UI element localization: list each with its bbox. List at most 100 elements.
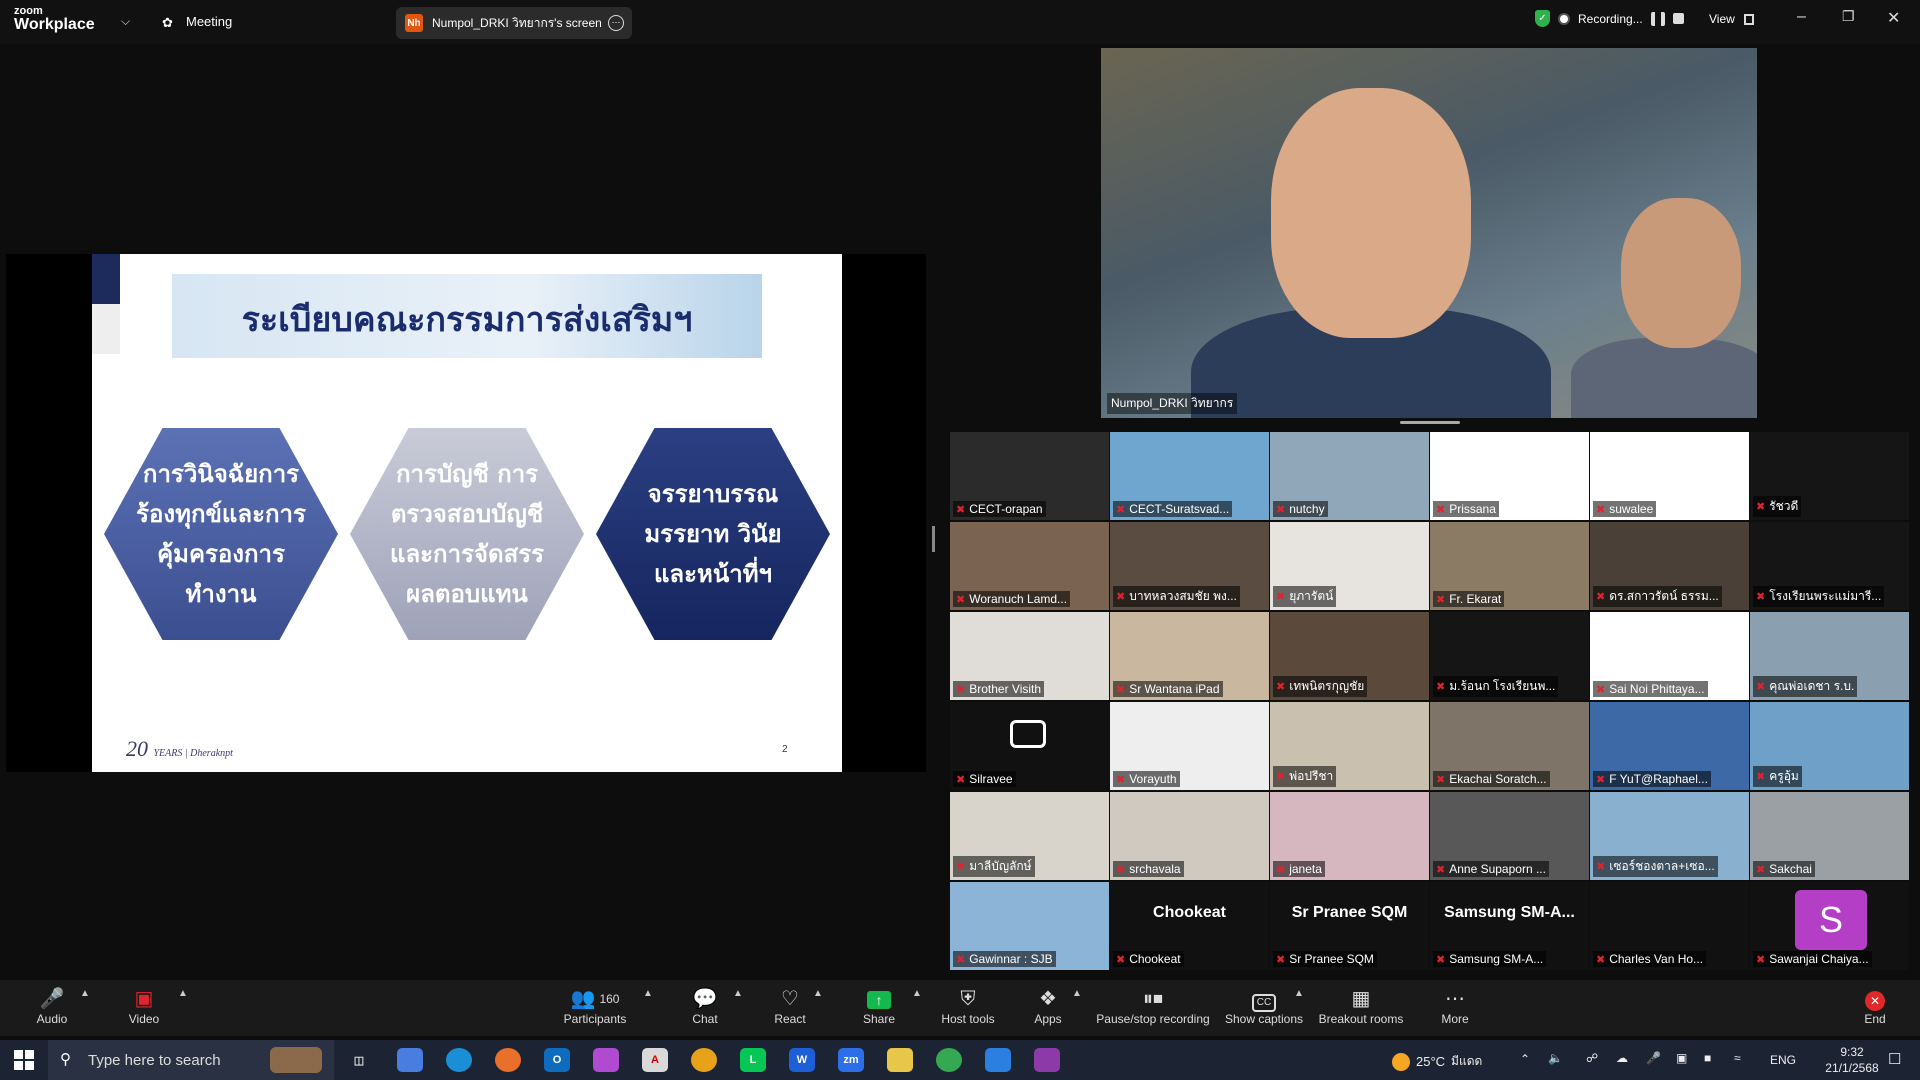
participant-tile[interactable]: ✖ janeta [1270,792,1429,880]
participant-tile[interactable]: ✖ บาทหลวงสมชัย พง... [1110,522,1269,610]
more-options-icon[interactable]: ⋯ [608,15,624,31]
chrome-2-icon[interactable] [936,1048,962,1072]
participant-tile[interactable]: ✖ เทพนิตรกุญชัย [1270,612,1429,700]
react-caret[interactable]: ▲ [813,988,823,999]
notifications-icon[interactable]: ☐ [1888,1050,1901,1068]
language-indicator[interactable]: ENG [1770,1053,1796,1067]
webex-icon[interactable]: W [789,1048,815,1072]
task-view-icon[interactable]: ◫ [346,1048,372,1072]
zoom-taskbar-icon[interactable]: zm [838,1048,864,1072]
participant-tile[interactable]: Sr Pranee SQM ✖ Sr Pranee SQM [1270,882,1429,970]
participant-tile[interactable]: ✖ suwalee [1590,432,1749,520]
line-icon[interactable]: L [740,1048,766,1072]
more-button[interactable]: ⋯ More [1440,986,1470,1026]
end-meeting-button[interactable]: ✕ End [1860,986,1890,1026]
app-icon[interactable] [1034,1048,1060,1072]
participant-tile[interactable]: ✖ CECT-Suratsvad... [1110,432,1269,520]
office-icon[interactable] [593,1048,619,1072]
video-button[interactable]: ▣ Video [126,986,162,1026]
chrome-icon[interactable] [691,1048,717,1072]
participant-tile[interactable]: ✖ Gawinnar : SJB [950,882,1109,970]
stop-recording-icon[interactable] [1672,13,1684,24]
firefox-icon[interactable] [495,1048,521,1072]
share-caret[interactable]: ▲ [912,988,922,999]
participant-tile[interactable]: ✖ มาลีบัญลักษ์ [950,792,1109,880]
weather-widget[interactable]: 25°C มีแดด [1392,1052,1482,1071]
screen-share-pill[interactable]: Nh Numpol_DRKI วิทยากร's screen ⋯ [396,7,632,39]
apps-button[interactable]: ❖ Apps [1033,986,1063,1026]
pause-recording-icon[interactable] [1650,11,1665,26]
participants-button[interactable]: 👥 160 Participants [560,986,630,1026]
participant-tile[interactable]: ✖ Silravee [950,702,1109,790]
restore-icon[interactable]: ❐ [1842,8,1855,25]
participant-tile[interactable]: ✖ nutchy [1270,432,1429,520]
chat-button[interactable]: 💬 Chat [690,986,720,1026]
panel-resize-handle[interactable] [932,526,935,552]
outlook-icon[interactable]: O [544,1048,570,1072]
wifi-icon[interactable]: ≈ [1734,1051,1741,1065]
participant-tile[interactable]: ✖ srchavala [1110,792,1269,880]
clock[interactable]: 9:32 21/1/2568 [1822,1044,1882,1076]
monitor-icon[interactable]: ■ [1704,1051,1711,1065]
participant-tile[interactable]: ✖ เซอร์ชองตาล+เซอ... [1590,792,1749,880]
cloud-icon[interactable]: ☁ [1616,1051,1628,1065]
participant-tile[interactable]: ✖ คุณพ่อเดชา ร.บ. [1750,612,1909,700]
participant-tile[interactable]: S ✖ Sawanjai Chaiya... [1750,882,1909,970]
network-icon[interactable]: ☍ [1586,1051,1598,1065]
participant-tile[interactable]: ✖ พ่อปรีชา [1270,702,1429,790]
video-options-caret[interactable]: ▲ [178,988,188,999]
display-icon[interactable]: ▣ [1676,1051,1687,1065]
participant-tile[interactable]: Samsung SM-A... ✖ Samsung SM-A... [1430,882,1589,970]
participant-tile[interactable]: ✖ ครูอุ้ม [1750,702,1909,790]
participant-tile[interactable]: ✖ Ekachai Soratch... [1430,702,1589,790]
audio-button[interactable]: 🎤 Audio [34,986,70,1026]
acrobat-icon[interactable]: A [642,1048,668,1072]
show-hidden-icons[interactable]: ⌃ [1520,1052,1530,1066]
participant-tile[interactable]: ✖ F YuT@Raphael... [1590,702,1749,790]
host-tools-button[interactable]: ⛨ Host tools [938,986,998,1026]
copilot-icon[interactable] [397,1048,423,1072]
share-button[interactable]: ↑ Share [862,986,896,1026]
captions-caret[interactable]: ▲ [1294,988,1304,999]
participant-tile[interactable]: ✖ ม.ร้อนก โรงเรียนพ... [1430,612,1589,700]
participant-tile[interactable]: ✖ CECT-orapan [950,432,1109,520]
participant-tile[interactable]: ✖ Charles Van Ho... [1590,882,1749,970]
participant-tile[interactable]: ✖ Sai Noi Phittaya... [1590,612,1749,700]
close-icon[interactable]: ✕ [1887,8,1900,28]
participant-tile[interactable]: ✖ รัชวดี [1750,432,1909,520]
participants-caret[interactable]: ▲ [643,988,653,999]
chat-caret[interactable]: ▲ [733,988,743,999]
participant-tile[interactable]: ✖ Woranuch Lamd... [950,522,1109,610]
video-resize-handle[interactable] [1400,421,1460,424]
chevron-down-icon[interactable]: ⌵ [121,14,130,29]
participant-tile[interactable]: ✖ Fr. Ekarat [1430,522,1589,610]
participant-tile[interactable]: ✖ โรงเรียนพระแม่มารี... [1750,522,1909,610]
participant-tile[interactable]: Chookeat ✖ Chookeat [1110,882,1269,970]
view-button[interactable]: View [1709,12,1755,26]
participant-tile[interactable]: ✖ Sr Wantana iPad [1110,612,1269,700]
taskbar-search[interactable]: ⚲ Type here to search [48,1040,334,1080]
microphone-icon[interactable]: 🎤 [1646,1051,1661,1065]
participant-tile[interactable]: ✖ Vorayuth [1110,702,1269,790]
minimize-icon[interactable]: – [1797,8,1806,26]
photos-icon[interactable] [985,1048,1011,1072]
active-speaker-video[interactable]: Numpol_DRKI วิทยากร [1101,48,1757,418]
react-button[interactable]: ♡ React [772,986,808,1026]
chat-icon: 💬 [692,988,718,1010]
speaker-icon[interactable]: 🔈 [1548,1051,1563,1065]
participant-tile[interactable]: ✖ ดร.สกาวรัตน์ ธรรม... [1590,522,1749,610]
participant-tile[interactable]: ✖ Brother Visith [950,612,1109,700]
apps-caret[interactable]: ▲ [1072,988,1082,999]
participant-tile[interactable]: ✖ Prissana [1430,432,1589,520]
participant-tile[interactable]: ✖ Sakchai [1750,792,1909,880]
breakout-rooms-button[interactable]: ▦ Breakout rooms [1318,986,1404,1026]
windows-start-icon[interactable] [14,1050,34,1070]
participant-tile[interactable]: ✖ Anne Supaporn ... [1430,792,1589,880]
file-explorer-icon[interactable] [887,1048,913,1072]
meeting-menu[interactable]: ✿ Meeting [162,14,232,30]
pause-stop-recording-button[interactable]: ⏸⏹ Pause/stop recording [1094,986,1212,1026]
edge-icon[interactable] [446,1048,472,1072]
participant-tile[interactable]: ✖ ยุภารัตน์ [1270,522,1429,610]
show-captions-button[interactable]: CC Show captions [1224,986,1304,1026]
audio-options-caret[interactable]: ▲ [80,988,90,999]
